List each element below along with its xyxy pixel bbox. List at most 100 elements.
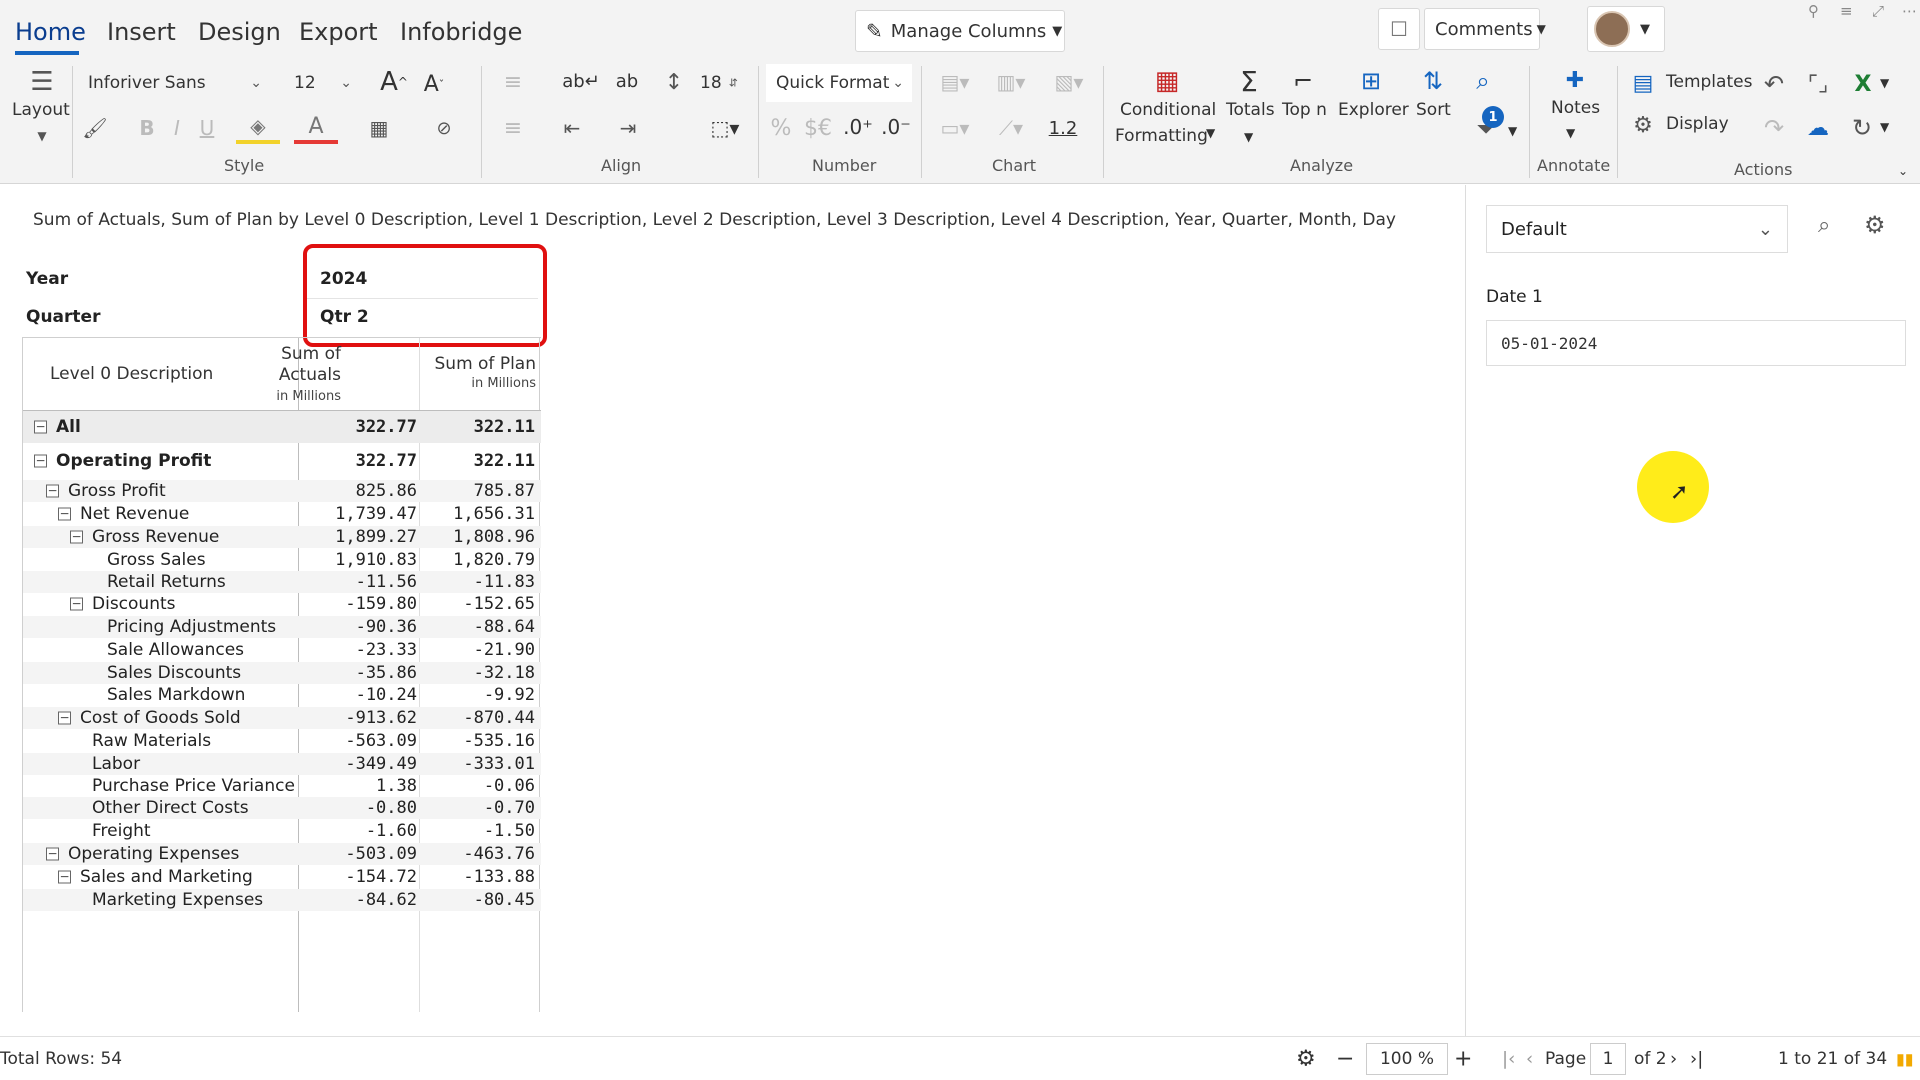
table-row[interactable]: − Operating Expenses -503.09 -463.76	[23, 843, 541, 865]
borders-icon[interactable]: ▦	[354, 112, 404, 144]
redo-icon[interactable]: ↷	[1758, 112, 1790, 144]
collapse-toggle-icon[interactable]: −	[58, 870, 71, 884]
plan-cell[interactable]: -9.92	[484, 685, 535, 705]
quick-format-select[interactable]: Quick Format ⌄	[766, 64, 912, 102]
actuals-cell[interactable]: -90.36	[356, 617, 417, 637]
collapse-toggle-icon[interactable]: −	[58, 711, 71, 725]
plan-cell[interactable]: -152.65	[463, 594, 535, 614]
date-field[interactable]: 05-01-2024	[1486, 320, 1906, 366]
find-icon[interactable]: ⌕	[1466, 64, 1500, 98]
actuals-cell[interactable]: -10.24	[356, 685, 417, 705]
explorer-label[interactable]: Explorer	[1338, 100, 1409, 120]
table-row[interactable]: − Discounts -159.80 -152.65	[23, 593, 541, 615]
font-size-select[interactable]: 12 ⌄	[284, 64, 360, 102]
collapse-toggle-icon[interactable]: −	[46, 847, 59, 861]
actuals-cell[interactable]: -0.80	[366, 798, 417, 818]
table-row[interactable]: Sales Discounts -35.86 -32.18	[23, 662, 541, 684]
top-n-label[interactable]: Top n	[1282, 100, 1327, 120]
chevron-down-icon[interactable]: ▼	[30, 126, 54, 146]
comments-button[interactable]: Comments ▼	[1424, 8, 1546, 50]
notes-label[interactable]: Notes	[1551, 98, 1600, 118]
display-label[interactable]: Display	[1666, 114, 1729, 134]
plan-cell[interactable]: -333.01	[463, 754, 535, 774]
plan-cell[interactable]: -870.44	[463, 708, 535, 728]
table-row[interactable]: − Gross Profit 825.86 785.87	[23, 480, 541, 502]
chevron-down-icon[interactable]: ▼	[1508, 124, 1517, 138]
fit-frame-icon[interactable]: ⌜⌟	[1802, 68, 1834, 100]
table-row[interactable]: Gross Sales 1,910.83 1,820.79	[23, 549, 541, 571]
plan-cell[interactable]: 1,820.79	[453, 550, 535, 570]
plan-cell[interactable]: -535.16	[463, 731, 535, 751]
decrease-font-icon[interactable]: Aˇ	[418, 66, 450, 102]
collapse-toggle-icon[interactable]: −	[34, 420, 47, 434]
plan-cell[interactable]: -0.70	[484, 798, 535, 818]
actuals-cell[interactable]: 322.77	[356, 417, 417, 437]
stacked-chart-icon[interactable]: ▥▾	[986, 66, 1036, 98]
sparkline-icon[interactable]: ⟋▾	[986, 112, 1036, 144]
plan-cell[interactable]: 785.87	[474, 481, 535, 501]
conditional-formatting-icon[interactable]: ▦	[1150, 64, 1184, 98]
top-n-icon[interactable]: ⌐	[1286, 64, 1320, 98]
pin-icon[interactable]: ⚲	[1808, 2, 1819, 20]
plan-cell[interactable]: 1,808.96	[453, 527, 535, 547]
user-menu[interactable]: ▼	[1587, 6, 1665, 52]
plan-cell[interactable]: -21.90	[474, 640, 535, 660]
collapse-toggle-icon[interactable]: −	[70, 597, 83, 611]
expand-icon[interactable]: ⤢	[1872, 2, 1884, 20]
table-row[interactable]: − Cost of Goods Sold -913.62 -870.44	[23, 707, 541, 729]
last-page-icon[interactable]: ›|	[1690, 1048, 1703, 1069]
table-row[interactable]: − Sales and Marketing -154.72 -133.88	[23, 866, 541, 888]
collapse-toggle-icon[interactable]: −	[70, 530, 83, 544]
templates-label[interactable]: Templates	[1666, 72, 1752, 92]
font-family-select[interactable]: Inforiver Sans ⌄	[78, 64, 270, 102]
format-painter-icon[interactable]: 🖌	[80, 112, 110, 144]
excel-export-icon[interactable]: X	[1846, 68, 1880, 100]
actuals-cell[interactable]: 1,910.83	[335, 550, 417, 570]
table-row[interactable]: Raw Materials -563.09 -535.16	[23, 730, 541, 752]
explorer-icon[interactable]: ⊞	[1354, 64, 1388, 98]
column-width-icon[interactable]: ⬚▾	[700, 112, 750, 144]
actuals-cell[interactable]: 825.86	[356, 481, 417, 501]
plan-cell[interactable]: -32.18	[474, 663, 535, 683]
actuals-cell[interactable]: -563.09	[345, 731, 417, 751]
next-page-icon[interactable]: ›	[1670, 1048, 1677, 1069]
actuals-cell[interactable]: -35.86	[356, 663, 417, 683]
first-page-icon[interactable]: |‹	[1502, 1048, 1515, 1069]
plan-cell[interactable]: -0.06	[484, 776, 535, 796]
add-comment-button[interactable]: ☐	[1378, 8, 1420, 50]
actuals-cell[interactable]: -1.60	[366, 821, 417, 841]
font-color-icon[interactable]: A	[294, 112, 338, 144]
notes-icon[interactable]: ✚	[1558, 64, 1592, 96]
upload-icon[interactable]: ☁	[1802, 112, 1834, 144]
table-row[interactable]: − Net Revenue 1,739.47 1,656.31	[23, 503, 541, 525]
templates-icon[interactable]: ▤	[1628, 68, 1658, 98]
filter-lines-icon[interactable]: ≡	[1840, 2, 1853, 20]
actuals-cell[interactable]: -159.80	[345, 594, 417, 614]
plan-cell[interactable]: -88.64	[474, 617, 535, 637]
conditional-formatting-label-2[interactable]: Formatting	[1115, 126, 1208, 146]
actuals-cell[interactable]: -84.62	[356, 890, 417, 910]
actuals-cell[interactable]: -154.72	[345, 867, 417, 887]
chevron-down-icon[interactable]: ▼	[1880, 76, 1889, 90]
chevron-down-icon[interactable]: ▼	[1206, 126, 1215, 140]
increase-decimal-icon[interactable]: .0⁺	[840, 110, 876, 144]
table-row[interactable]: Retail Returns -11.56 -11.83	[23, 571, 541, 593]
refresh-icon[interactable]: ↻	[1846, 112, 1878, 144]
hide-icon[interactable]: ⊘	[418, 112, 470, 144]
column-header-description[interactable]: Level 0 Description	[50, 364, 213, 384]
zoom-input[interactable]: 100 %	[1366, 1043, 1448, 1075]
table-row[interactable]: Labor -349.49 -333.01	[23, 753, 541, 775]
plan-cell[interactable]: 322.11	[474, 417, 535, 437]
actuals-cell[interactable]: -23.33	[356, 640, 417, 660]
conditional-formatting-label[interactable]: Conditional	[1120, 100, 1216, 120]
collapse-toggle-icon[interactable]: −	[34, 454, 47, 468]
italic-icon[interactable]: I	[164, 112, 190, 144]
actuals-cell[interactable]: -503.09	[345, 844, 417, 864]
increase-font-icon[interactable]: A ^	[378, 64, 410, 100]
vertical-align-icon[interactable]: ≡	[490, 112, 536, 144]
more-icon[interactable]: ⋯	[1902, 2, 1917, 20]
wrap-text-icon[interactable]: ab↵	[556, 64, 606, 98]
sort-label[interactable]: Sort	[1416, 100, 1451, 120]
text-direction-icon[interactable]: ab	[612, 64, 642, 98]
column-header-plan[interactable]: Sum of Plan in Millions	[435, 354, 537, 394]
